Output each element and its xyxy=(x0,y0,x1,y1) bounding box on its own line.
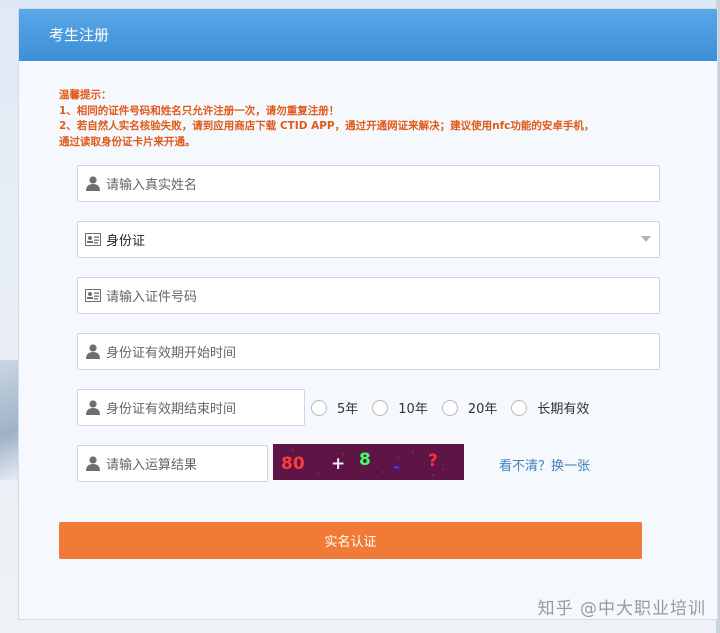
id-number-input[interactable]: 请输入证件号码 xyxy=(77,277,660,314)
captcha-char: 8 xyxy=(359,450,371,470)
radio-circle[interactable] xyxy=(441,399,458,416)
watermark: 知乎 @中大职业培训 xyxy=(537,599,706,619)
captcha-char: ? xyxy=(428,451,438,471)
refresh-captcha-link[interactable]: 看不清？换一张 xyxy=(499,455,590,474)
valid-start-input[interactable]: 身份证有效期开始时间 xyxy=(77,333,660,370)
name-input[interactable]: 请输入真实姓名 xyxy=(77,165,660,202)
notice-title: 温馨提示： xyxy=(59,89,112,101)
page-title: 考生注册 xyxy=(19,9,717,61)
radio-label: 长期有效 xyxy=(537,402,590,417)
notice-line-1: 1、相同的证件号码和姓名只允许注册一次，请勿重复注册！ xyxy=(59,104,340,117)
captcha-char: + xyxy=(331,454,345,474)
chevron-down-icon xyxy=(641,236,651,242)
captcha-char: 80 xyxy=(281,454,305,474)
user-icon xyxy=(80,176,106,191)
captcha-placeholder: 请输入运算结果 xyxy=(106,458,198,473)
radio-20-years[interactable]: 20年 xyxy=(441,398,498,417)
user-icon xyxy=(80,400,106,415)
radio-5-years[interactable]: 5年 xyxy=(311,398,358,417)
radio-permanent[interactable]: 长期有效 xyxy=(511,398,589,417)
radio-label: 5年 xyxy=(337,402,359,417)
captcha-char: - xyxy=(393,457,400,477)
radio-label: 10年 xyxy=(398,402,428,417)
id-type-select[interactable]: 身份证 xyxy=(77,221,660,258)
radio-circle[interactable] xyxy=(372,399,389,416)
id-type-value: 身份证 xyxy=(106,234,146,249)
name-placeholder: 请输入真实姓名 xyxy=(106,178,198,193)
notice-box: 温馨提示： 1、相同的证件号码和姓名只允许注册一次，请勿重复注册！ 2、若自然人… xyxy=(59,88,659,150)
user-icon xyxy=(80,456,106,471)
valid-start-placeholder: 身份证有效期开始时间 xyxy=(106,346,237,361)
user-icon xyxy=(80,344,106,359)
submit-button[interactable]: 实名认证 xyxy=(59,522,642,559)
id-number-placeholder: 请输入证件号码 xyxy=(106,290,198,305)
valid-end-placeholder: 身份证有效期结束时间 xyxy=(106,402,237,417)
notice-line-2: 2、若自然人实名核验失败，请到应用商店下载 CTID APP，通过开通网证来解决… xyxy=(59,120,595,132)
radio-label: 20年 xyxy=(467,402,498,417)
notice-line-3: 通过读取身份证卡片来开通。 xyxy=(59,135,196,148)
radio-circle[interactable] xyxy=(511,399,528,416)
id-card-icon xyxy=(80,233,106,246)
captcha-input[interactable]: 请输入运算结果 xyxy=(77,445,268,482)
captcha-image[interactable]: 80 + 8 - ? xyxy=(273,444,464,480)
validity-radio-group: 5年 10年 20年 长期有效 xyxy=(311,398,603,417)
id-card-icon xyxy=(80,289,106,302)
valid-end-input[interactable]: 身份证有效期结束时间 xyxy=(77,389,305,426)
radio-circle[interactable] xyxy=(311,399,327,416)
radio-10-years[interactable]: 10年 xyxy=(372,398,428,417)
